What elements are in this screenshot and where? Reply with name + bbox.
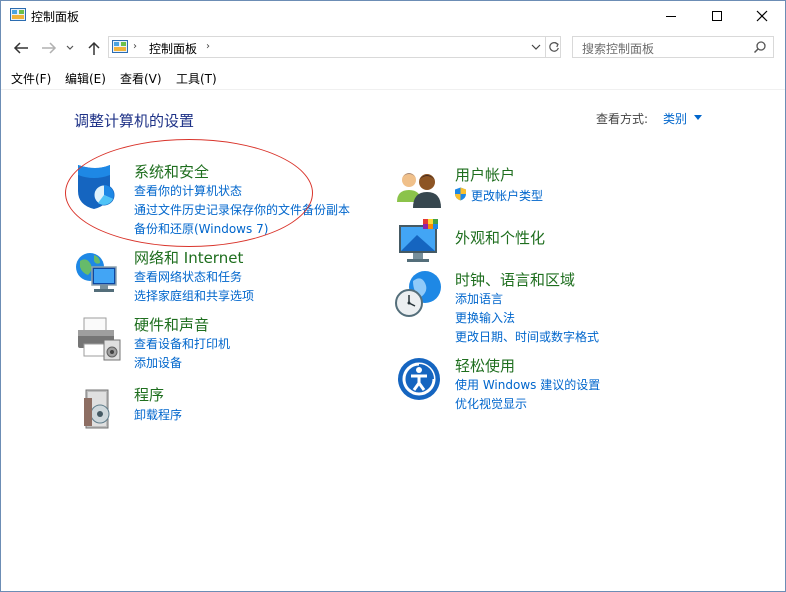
menu-edit[interactable]: 编辑(E) — [65, 70, 106, 87]
menu-view[interactable]: 查看(V) — [120, 70, 162, 87]
view-by-dropdown[interactable]: 类别 — [663, 110, 687, 127]
refresh-button[interactable] — [545, 37, 562, 57]
maximize-icon — [712, 11, 722, 21]
link-devices-printers[interactable]: 查看设备和打印机 — [134, 335, 230, 352]
caret-down-icon[interactable] — [694, 115, 702, 120]
arrow-up-icon — [88, 41, 100, 55]
link-change-account-type[interactable]: 更改帐户类型 — [471, 187, 543, 204]
category-programs: 程序 卸载程序 — [74, 384, 374, 434]
arrow-right-icon — [42, 42, 57, 54]
minimize-button[interactable] — [648, 1, 694, 31]
window-title: 控制面板 — [31, 10, 80, 24]
address-dropdown-button[interactable] — [527, 37, 545, 57]
control-panel-window: 控制面板 › 控制面板 › 搜索控制面板 文件(F) 编辑(E) 查看(V) 工… — [0, 0, 786, 592]
control-panel-icon — [10, 8, 26, 21]
category-title-appearance[interactable]: 外观和个性化 — [455, 227, 545, 248]
printer-icon[interactable] — [74, 314, 124, 364]
ease-of-access-icon[interactable] — [395, 355, 445, 405]
menu-tools[interactable]: 工具(T) — [176, 70, 217, 87]
search-box[interactable]: 搜索控制面板 — [572, 36, 774, 58]
title-bar: 控制面板 — [1, 1, 785, 31]
chevron-down-icon — [531, 44, 541, 50]
category-title-users[interactable]: 用户帐户 — [455, 164, 515, 185]
link-change-date-time-format[interactable]: 更改日期、时间或数字格式 — [455, 328, 599, 345]
link-optimize-visual-display[interactable]: 优化视觉显示 — [455, 395, 527, 412]
category-ease: 轻松使用 使用 Windows 建议的设置 优化视觉显示 — [395, 355, 695, 415]
page-title: 调整计算机的设置 — [74, 112, 195, 130]
menu-file[interactable]: 文件(F) — [11, 70, 51, 87]
link-add-language[interactable]: 添加语言 — [455, 290, 503, 307]
chevron-down-icon — [66, 45, 74, 50]
close-button[interactable] — [739, 1, 785, 31]
annotation-ellipse — [65, 139, 313, 247]
maximize-button[interactable] — [694, 1, 740, 31]
category-title-network[interactable]: 网络和 Internet — [134, 247, 243, 268]
link-change-input-method[interactable]: 更换输入法 — [455, 309, 515, 326]
link-windows-recommended-settings[interactable]: 使用 Windows 建议的设置 — [455, 376, 600, 393]
category-title-clock[interactable]: 时钟、语言和区域 — [455, 269, 575, 290]
category-title-programs[interactable]: 程序 — [134, 384, 164, 405]
forward-button[interactable] — [39, 39, 59, 57]
category-appearance: 外观和个性化 — [395, 217, 695, 267]
view-by-label: 查看方式: — [596, 112, 649, 126]
arrow-left-icon — [13, 42, 28, 54]
users-icon[interactable] — [395, 164, 445, 214]
category-network: 网络和 Internet 查看网络状态和任务 选择家庭组和共享选项 — [74, 247, 374, 307]
category-title-ease[interactable]: 轻松使用 — [455, 355, 515, 376]
link-add-device[interactable]: 添加设备 — [134, 354, 182, 371]
category-hardware: 硬件和声音 查看设备和打印机 添加设备 — [74, 314, 374, 374]
network-globe-icon[interactable] — [74, 247, 124, 297]
recent-locations-button[interactable] — [64, 39, 76, 57]
search-icon[interactable] — [753, 40, 767, 54]
link-uninstall-program[interactable]: 卸载程序 — [134, 406, 182, 423]
category-users: 用户帐户 更改帐户类型 — [395, 164, 695, 214]
link-homegroup-sharing[interactable]: 选择家庭组和共享选项 — [134, 287, 254, 304]
close-icon — [756, 10, 768, 22]
programs-icon[interactable] — [74, 384, 124, 434]
category-title-hardware[interactable]: 硬件和声音 — [134, 314, 209, 335]
refresh-icon — [549, 41, 559, 52]
back-button[interactable] — [11, 39, 31, 57]
uac-shield-icon — [455, 187, 466, 201]
up-button[interactable] — [84, 39, 104, 57]
appearance-monitor-icon[interactable] — [395, 217, 445, 267]
minimize-icon — [666, 16, 676, 17]
category-clock: 时钟、语言和区域 添加语言 更换输入法 更改日期、时间或数字格式 — [395, 269, 695, 349]
control-panel-icon — [112, 40, 128, 53]
chevron-right-icon[interactable]: › — [206, 41, 210, 52]
breadcrumb-control-panel[interactable]: 控制面板 — [149, 40, 197, 57]
search-input[interactable]: 搜索控制面板 — [582, 40, 654, 57]
clock-globe-icon[interactable] — [395, 269, 445, 319]
address-bar[interactable]: › 控制面板 › — [108, 36, 561, 58]
link-network-status[interactable]: 查看网络状态和任务 — [134, 268, 242, 285]
menu-bar: 文件(F) 编辑(E) 查看(V) 工具(T) — [1, 67, 785, 90]
chevron-right-icon[interactable]: › — [133, 41, 137, 52]
